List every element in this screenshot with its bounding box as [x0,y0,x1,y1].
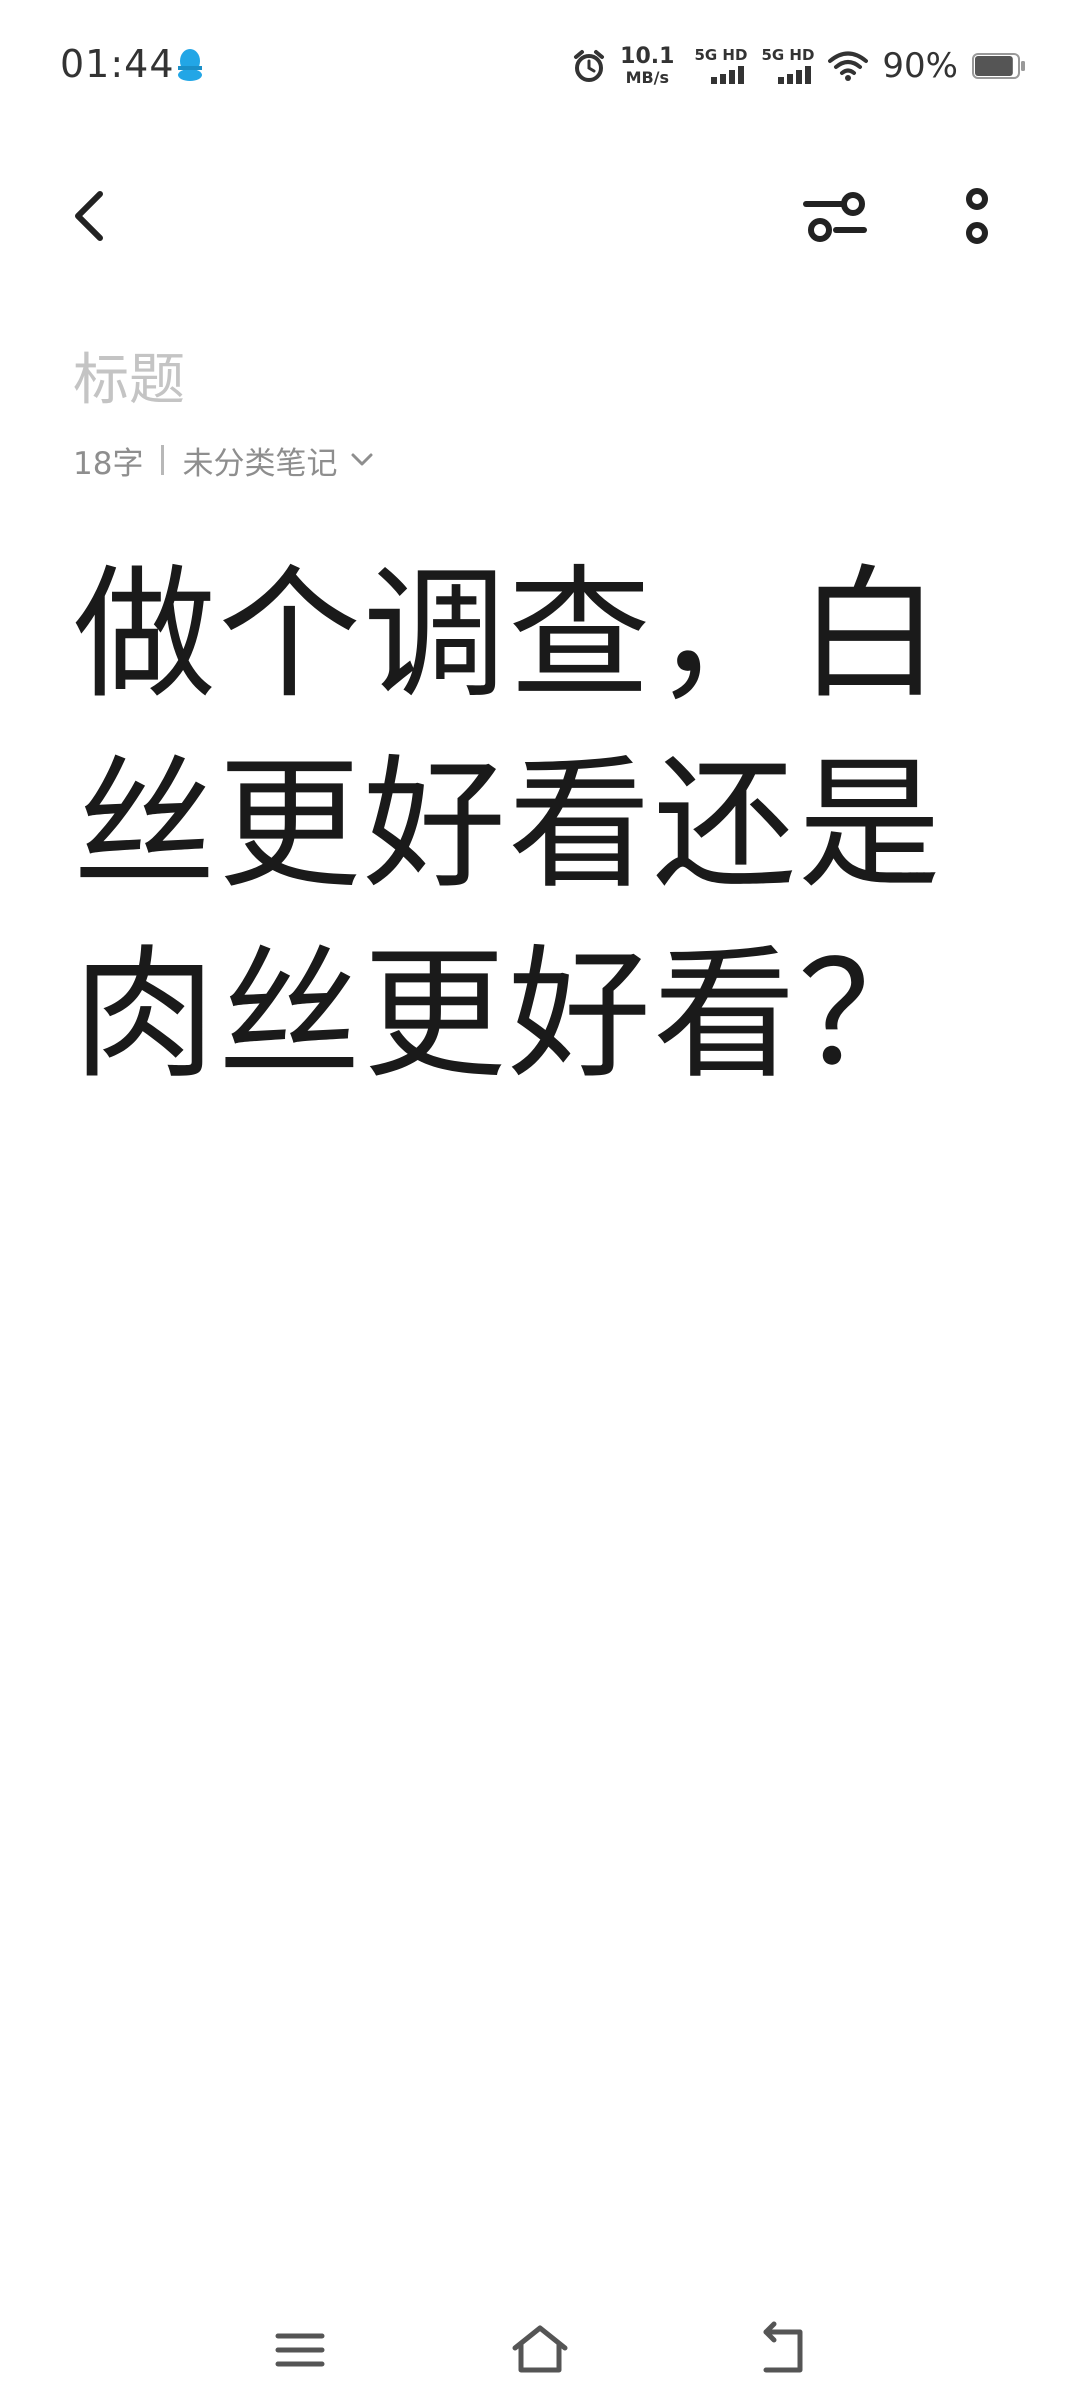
net-speed-unit: MB/s [625,68,670,87]
signal-icon [711,66,745,84]
word-count: 18字 [73,445,144,482]
menu-icon[interactable] [270,2320,330,2380]
battery-percent: 90% [882,46,958,86]
qq-icon [178,49,202,81]
note-title-input[interactable]: 标题 [73,335,185,416]
wifi-icon [828,51,869,81]
note-body-editor[interactable]: 做个调查，白丝更好看还是肉丝更好看？ [73,540,973,1110]
more-vertical-icon[interactable] [952,182,1002,252]
sliders-icon[interactable] [800,182,870,252]
sim1-label: 5G HD [694,46,748,64]
note-meta: 18字 未分类笔记 [73,438,375,482]
net-speed-value: 10.1 [620,44,675,69]
system-nav-bar [0,2300,1080,2400]
status-bar: 01:44 10.1 MB/s 5G HD 5G HD 90% [0,0,1080,135]
meta-divider [161,445,165,475]
home-icon[interactable] [510,2320,570,2380]
status-icons: 10.1 MB/s 5G HD 5G HD 90% [572,44,1026,88]
sim2-label: 5G HD [761,46,815,64]
status-time: 01:44 [60,42,175,86]
alarm-icon [574,50,605,82]
category-selector[interactable]: 未分类笔记 [182,438,337,483]
note-toolbar [0,160,1080,270]
sim2-signal: 5G HD [761,48,814,84]
return-icon[interactable] [752,2320,812,2380]
back-arrow-icon[interactable] [62,186,122,246]
signal-icon [778,66,812,84]
net-speed: 10.1 MB/s [620,46,674,86]
sim1-signal: 5G HD [694,48,747,84]
chevron-down-icon[interactable] [349,447,375,473]
battery-icon [972,53,1025,79]
